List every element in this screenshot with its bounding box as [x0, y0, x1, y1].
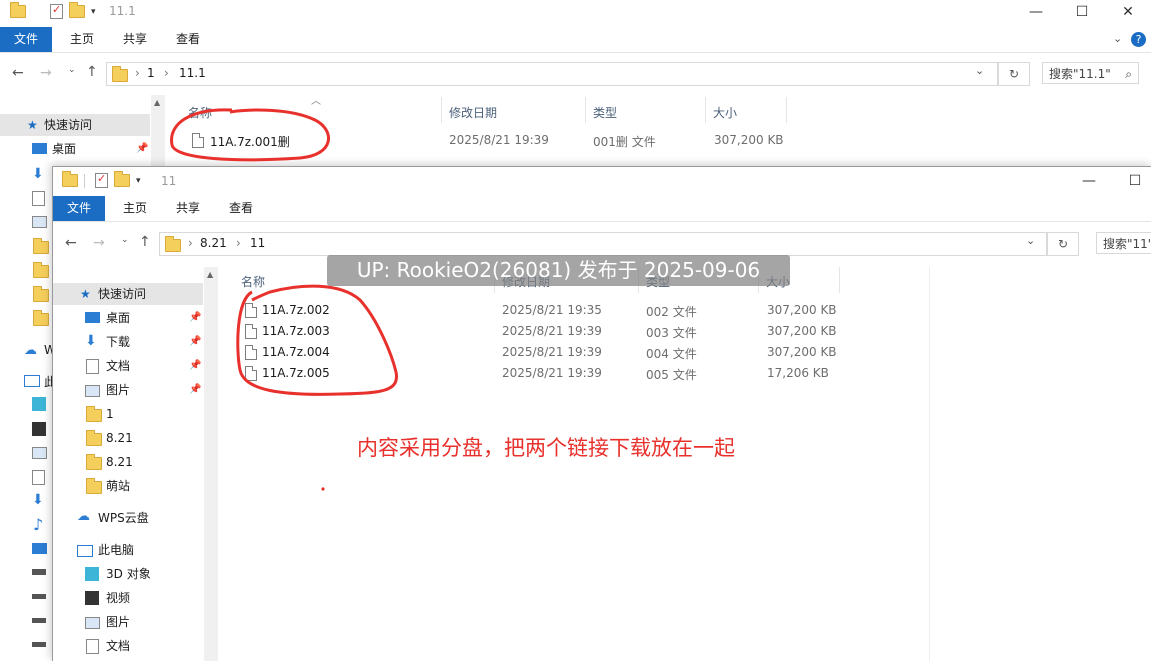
annotation-overlay: [170, 108, 398, 491]
watermark: UP: RookieO2(26081) 发布于 2025-09-06: [327, 255, 790, 286]
annotation-note: 内容采用分盘，把两个链接下载放在一起: [357, 436, 735, 460]
annotation-circle-front: [236, 284, 398, 396]
annotation-circle-back: [170, 108, 330, 162]
annotation-dot: [321, 487, 325, 491]
